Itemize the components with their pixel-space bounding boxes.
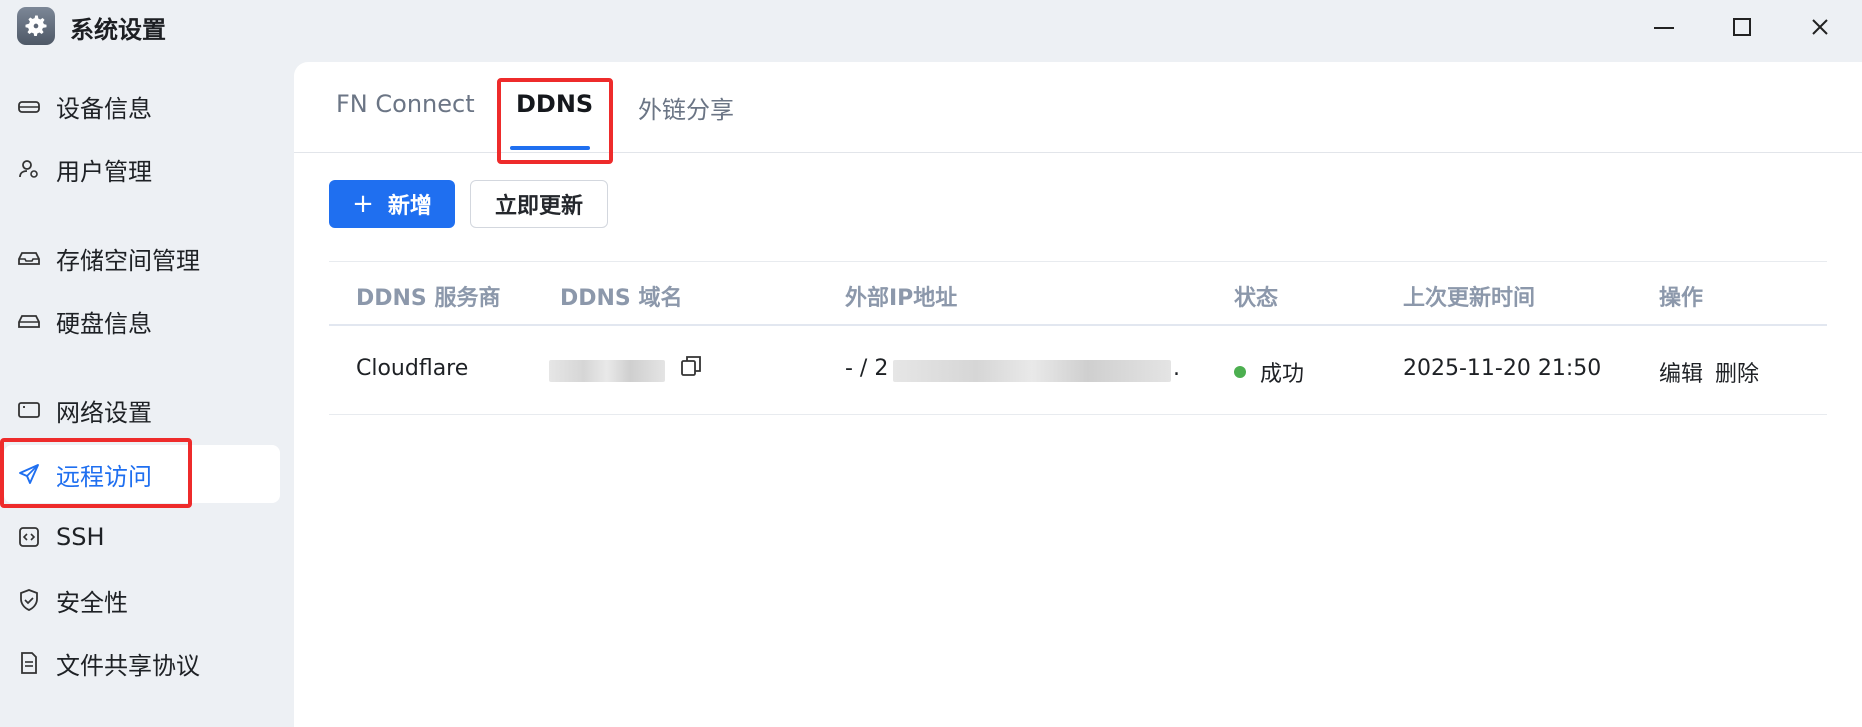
last-updated-cell: 2025-11-20 21:50	[1403, 356, 1602, 381]
ddns-table: DDNS 服务商 DDNS 域名 外部IP地址 状态 上次更新时间 操作 Clo…	[329, 261, 1827, 415]
status-text: 成功	[1260, 362, 1305, 387]
sidebar-item-remote-access[interactable]: 远程访问	[4, 445, 280, 503]
redacted-domain	[549, 360, 665, 382]
copy-icon[interactable]	[679, 354, 703, 384]
delete-link[interactable]: 删除	[1715, 362, 1759, 387]
column-header-last-updated: 上次更新时间	[1403, 286, 1536, 311]
sidebar-item-label: 设备信息	[56, 94, 152, 123]
drive-icon	[16, 93, 42, 119]
external-ip-prefix: - / 2	[845, 356, 889, 381]
settings-window: 系统设置 设备信息 用户管理 存储空间管理 硬盘信息 网络设置 远程访问 SSH…	[0, 0, 1862, 727]
sidebar-item-storage[interactable]: 存储空间管理	[4, 229, 280, 287]
tab-fn-connect[interactable]: FN Connect	[336, 90, 475, 118]
external-ip-suffix: .	[1173, 356, 1180, 381]
title-bar: 系统设置	[0, 0, 1862, 54]
column-header-actions: 操作	[1659, 286, 1704, 311]
active-tab-indicator	[510, 146, 590, 150]
user-settings-icon	[16, 156, 42, 182]
update-now-button[interactable]: 立即更新	[470, 180, 608, 228]
sidebar: 设备信息 用户管理 存储空间管理 硬盘信息 网络设置 远程访问 SSH 安全性 …	[0, 54, 294, 727]
add-button-label: 新增	[387, 194, 432, 219]
status-dot	[1234, 366, 1246, 378]
column-header-provider: DDNS 服务商	[356, 286, 501, 311]
redacted-ip	[893, 360, 1171, 382]
sidebar-item-label: 网络设置	[56, 398, 152, 427]
tab-ddns[interactable]: DDNS	[516, 90, 593, 118]
sidebar-item-label: 用户管理	[56, 157, 152, 186]
actions-cell: 编辑 删除	[1659, 356, 1771, 388]
sidebar-item-file-sharing[interactable]: 文件共享协议	[4, 634, 280, 692]
terminal-icon	[16, 524, 42, 550]
plus-icon: +	[352, 189, 374, 219]
close-icon	[1812, 19, 1828, 35]
close-button[interactable]	[1800, 8, 1840, 46]
sidebar-item-label: 硬盘信息	[56, 309, 152, 338]
table-row: Cloudflare - / 2 . 成功 2025-11-20 21:50 编…	[329, 326, 1827, 415]
column-header-status: 状态	[1234, 286, 1279, 311]
sidebar-item-label: SSH	[56, 523, 105, 551]
edit-link[interactable]: 编辑	[1659, 362, 1703, 387]
maximize-icon	[1733, 18, 1751, 36]
sidebar-item-network[interactable]: 网络设置	[4, 381, 280, 439]
provider-cell: Cloudflare	[356, 356, 469, 381]
minimize-button[interactable]	[1644, 8, 1684, 46]
content-panel: FN Connect DDNS 外链分享 + 新增 立即更新 DDNS 服务商 …	[294, 62, 1862, 727]
minimize-icon	[1654, 27, 1674, 29]
network-icon	[16, 397, 42, 423]
column-header-external-ip: 外部IP地址	[845, 286, 958, 311]
sidebar-item-label: 文件共享协议	[56, 651, 200, 680]
sidebar-item-ssh[interactable]: SSH	[4, 508, 280, 566]
maximize-button[interactable]	[1722, 8, 1762, 46]
paper-plane-icon	[16, 461, 42, 487]
shield-icon	[16, 587, 42, 613]
sidebar-item-device-info[interactable]: 设备信息	[4, 77, 280, 135]
tab-external-share[interactable]: 外链分享	[638, 90, 734, 125]
storage-icon	[16, 245, 42, 271]
status-cell: 成功	[1234, 356, 1304, 388]
add-button[interactable]: + 新增	[329, 180, 455, 228]
sidebar-item-label: 存储空间管理	[56, 246, 200, 275]
document-icon	[16, 650, 42, 676]
table-header: DDNS 服务商 DDNS 域名 外部IP地址 状态 上次更新时间 操作	[329, 261, 1827, 326]
disk-icon	[16, 308, 42, 334]
app-title: 系统设置	[70, 16, 166, 44]
sidebar-item-label: 远程访问	[56, 462, 152, 491]
sidebar-item-label: 安全性	[56, 588, 128, 617]
column-header-domain: DDNS 域名	[560, 286, 683, 311]
sidebar-item-security[interactable]: 安全性	[4, 571, 280, 629]
gear-icon	[17, 7, 55, 45]
sidebar-item-user-management[interactable]: 用户管理	[4, 140, 280, 198]
update-now-label: 立即更新	[494, 194, 583, 219]
tab-bar: FN Connect DDNS 外链分享	[294, 62, 1862, 153]
sidebar-item-disk-info[interactable]: 硬盘信息	[4, 292, 280, 350]
